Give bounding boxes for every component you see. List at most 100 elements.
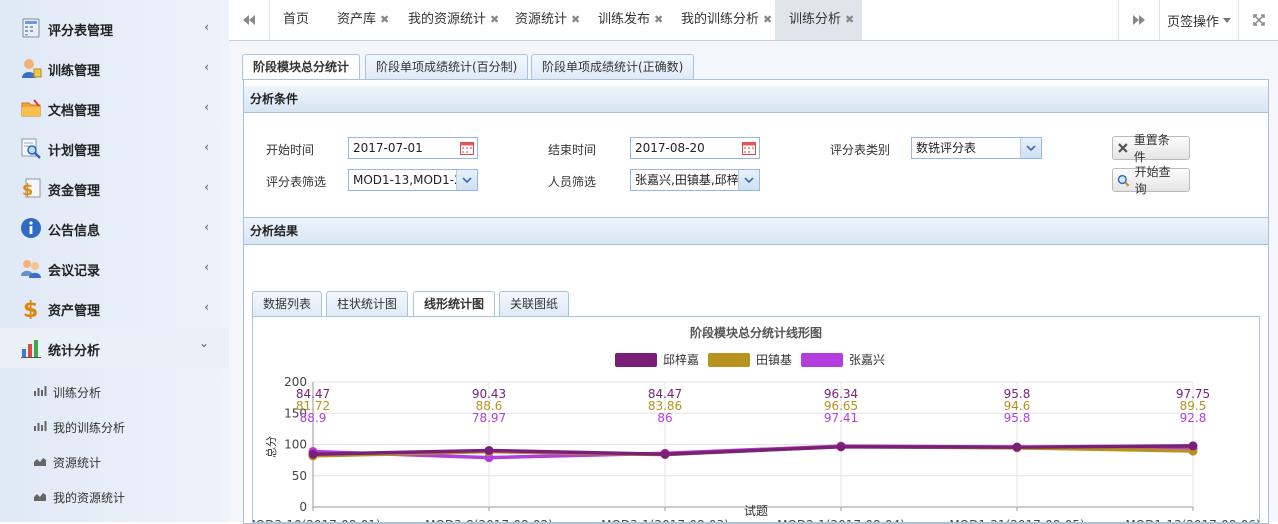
page-operations-dropdown[interactable]: 页签操作	[1160, 0, 1238, 40]
legend-swatch	[708, 353, 750, 367]
chart-legend: 邱梓嘉 田镇基 张嘉兴	[615, 352, 885, 367]
sidebar-subitem-training-analysis[interactable]: 训练分析	[0, 374, 229, 409]
sheet-type-value: 数铣评分表	[916, 141, 977, 155]
sidebar-subitem-my-resource-stats[interactable]: 我的资源统计	[0, 479, 229, 514]
tab-label: 我的训练分析	[681, 12, 760, 27]
tab-my-training-analysis[interactable]: 我的训练分析 ✖	[681, 0, 772, 40]
legend-item: 张嘉兴	[801, 353, 885, 367]
close-icon[interactable]: ✖	[571, 13, 580, 26]
x-tick-label: MOD3-1(2017-08-03)	[601, 518, 729, 522]
double-left-arrow-icon	[243, 15, 255, 25]
results-title: 分析结果	[250, 224, 299, 238]
sidebar-subitem-label: 资源统计	[53, 456, 102, 470]
close-icon[interactable]: ✖	[490, 13, 499, 26]
data-point	[1012, 442, 1022, 452]
sheet-type-select[interactable]: 数铣评分表	[911, 137, 1042, 159]
sidebar-item-funds[interactable]: $ 资金管理 ‹	[0, 168, 229, 208]
calendar-icon[interactable]	[460, 141, 474, 155]
start-time-label: 开始时间	[266, 143, 315, 157]
sidebar-item-label: 评分表管理	[48, 24, 114, 39]
sidebar-item-label: 计划管理	[48, 144, 101, 159]
close-icon[interactable]: ✖	[380, 13, 389, 26]
area-chart-icon	[34, 458, 46, 466]
dropdown-toggle[interactable]	[456, 170, 477, 190]
tab-label: 资产库	[337, 12, 377, 27]
legend-item: 田镇基	[708, 353, 792, 367]
data-label: 97.41	[824, 411, 858, 425]
calendar-icon[interactable]	[742, 141, 756, 155]
legend-label: 邱梓嘉	[663, 352, 699, 367]
sidebar-item-training[interactable]: 训练管理 ‹	[0, 48, 229, 88]
chevron-left-icon: ‹	[204, 100, 209, 114]
form-icon	[22, 18, 40, 38]
page-tab-bar: 首页 资产库 ✖ 我的资源统计 ✖ 资源统计 ✖ 训练发布 ✖ 我的训练分析 ✖ 训练分析…	[229, 0, 1278, 41]
sheet-filter-label: 评分表筛选	[266, 175, 327, 189]
area-chart-icon	[34, 493, 46, 501]
sidebar-item-label: 文档管理	[48, 104, 101, 119]
sheet-filter-select[interactable]: MOD1-13,MOD1-21,MOD2-1	[348, 169, 478, 191]
sidebar-subitem-my-training-analysis[interactable]: 我的训练分析	[0, 409, 229, 444]
tab-label: 训练发布	[598, 12, 651, 27]
sidebar-item-plans[interactable]: 计划管理 ‹	[0, 128, 229, 168]
y-tick-label: 100	[284, 438, 307, 452]
data-point	[836, 442, 846, 452]
tab-my-resource-stats[interactable]: 我的资源统计 ✖	[408, 0, 499, 40]
sidebar-subitem-resource-stats[interactable]: 资源统计	[0, 444, 229, 479]
chevron-left-icon: ‹	[204, 220, 209, 234]
data-point	[1188, 441, 1198, 451]
tab-stage-total[interactable]: 阶段模块总分统计	[242, 54, 361, 80]
tab-stage-item-correct[interactable]: 阶段单项成绩统计(正确数)	[531, 54, 695, 79]
money-doc-icon: $	[22, 178, 41, 199]
legend-item: 邱梓嘉	[615, 352, 699, 367]
scroll-tabs-right-button[interactable]	[1119, 0, 1159, 40]
data-point	[660, 449, 670, 459]
tab-label: 首页	[283, 12, 310, 27]
y-axis-title: 总分	[264, 436, 278, 458]
info-icon	[21, 218, 41, 238]
people-filter-select[interactable]: 张嘉兴,田镇基,邱梓嘉	[630, 169, 760, 191]
tab-stage-item-percent[interactable]: 阶段单项成绩统计(百分制)	[365, 54, 529, 79]
sidebar-item-label: 资产管理	[48, 304, 101, 319]
close-icon[interactable]: ✖	[654, 13, 663, 26]
start-query-button[interactable]: 开始查询	[1112, 165, 1190, 196]
sidebar-item-scoresheet[interactable]: 评分表管理 ‹	[0, 8, 229, 48]
sidebar-subitem-label: 我的训练分析	[53, 421, 126, 435]
x-tick-label: MOD3-8(2017-08-02)	[425, 518, 553, 522]
end-date-field[interactable]: 2017-08-20	[630, 137, 760, 159]
chevron-down-icon	[1026, 145, 1036, 151]
close-icon[interactable]: ✖	[763, 13, 772, 26]
sidebar-item-label: 公告信息	[48, 224, 101, 239]
bar-chart-icon	[34, 421, 47, 431]
chevron-left-icon: ‹	[204, 300, 209, 314]
double-right-arrow-icon	[1133, 15, 1145, 25]
line-chart-panel: 阶段模块总分统计线形图 邱梓嘉田镇基张嘉兴 050100150200 MOD3-…	[252, 316, 1260, 523]
tab-label: 资源统计	[515, 12, 568, 27]
sidebar-item-label: 会议记录	[48, 264, 101, 279]
tab-training-analysis[interactable]: 训练分析 ✖	[775, 0, 863, 40]
y-tick-label: 0	[299, 500, 307, 514]
y-tick-label: 50	[292, 469, 307, 483]
chart-icon	[21, 340, 41, 358]
tab-home[interactable]: 首页	[283, 0, 309, 40]
dropdown-toggle[interactable]	[738, 170, 759, 190]
chevron-left-icon: ‹	[204, 140, 209, 154]
sidebar-item-documents[interactable]: 文档管理 ‹	[0, 88, 229, 128]
start-date-field[interactable]: 2017-07-01	[348, 137, 478, 159]
x-tick-label: MOD1-13(2017-08-06)	[1125, 518, 1259, 522]
dropdown-toggle[interactable]	[1020, 138, 1041, 158]
sidebar-item-meetings[interactable]: 会议记录 ‹	[0, 248, 229, 288]
sidebar-item-assets[interactable]: $ 资产管理 ‹	[0, 288, 229, 328]
bar-chart-icon	[34, 386, 47, 396]
start-date-value: 2017-07-01	[353, 141, 423, 155]
sidebar-item-notices[interactable]: 公告信息 ‹	[0, 208, 229, 248]
fullscreen-button[interactable]	[1239, 0, 1278, 40]
tab-resource-stats[interactable]: 资源统计 ✖	[515, 0, 580, 40]
tab-training-publish[interactable]: 训练发布 ✖	[598, 0, 663, 40]
close-icon[interactable]: ✖	[845, 13, 854, 26]
tab-asset-library[interactable]: 资产库 ✖	[337, 0, 389, 40]
data-label: 86	[657, 411, 672, 425]
reset-conditions-button[interactable]: 重置条件	[1112, 133, 1190, 164]
sidebar-item-label: 资金管理	[48, 184, 101, 199]
sidebar-item-statistics[interactable]: 统计分析 ⌄	[0, 328, 229, 368]
scroll-tabs-left-button[interactable]	[229, 0, 269, 40]
